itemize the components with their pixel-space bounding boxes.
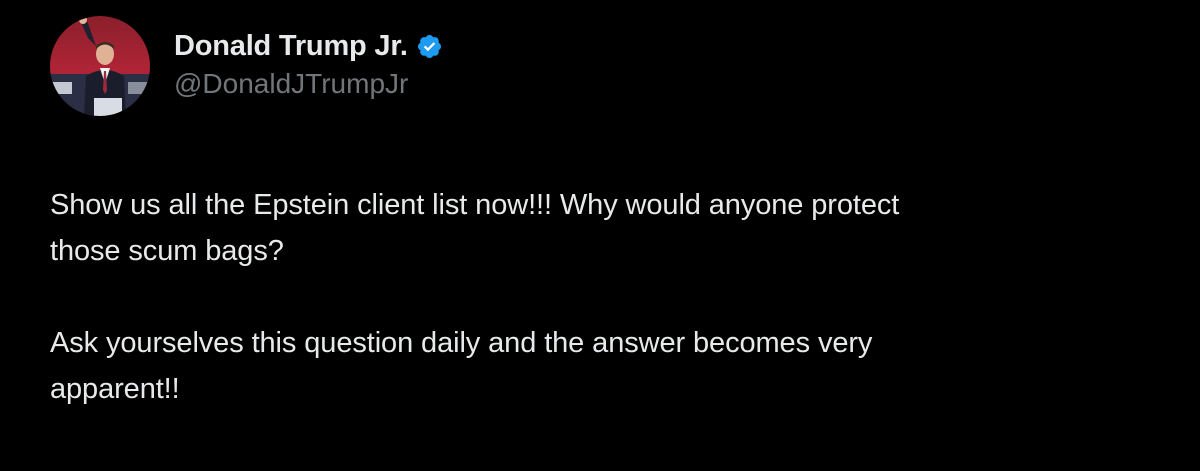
author-avatar[interactable] [50, 16, 150, 116]
post-paragraph: Ask yourselves this question daily and t… [50, 327, 873, 405]
author-display-name[interactable]: Donald Trump Jr. [174, 30, 408, 63]
author-handle[interactable]: @DonaldJTrumpJr [174, 68, 443, 100]
post-text: Show us all the Epstein client list now!… [50, 182, 1170, 412]
name-row: Donald Trump Jr. [174, 28, 443, 64]
verified-badge-icon[interactable] [416, 33, 443, 60]
post-card: Donald Trump Jr. @DonaldJTrumpJr Show us… [0, 0, 1200, 471]
post-header: Donald Trump Jr. @DonaldJTrumpJr [50, 14, 443, 118]
avatar-photo-icon [50, 16, 150, 116]
post-paragraph: Show us all the Epstein client list now!… [50, 189, 900, 267]
author-info: Donald Trump Jr. @DonaldJTrumpJr [174, 28, 443, 100]
